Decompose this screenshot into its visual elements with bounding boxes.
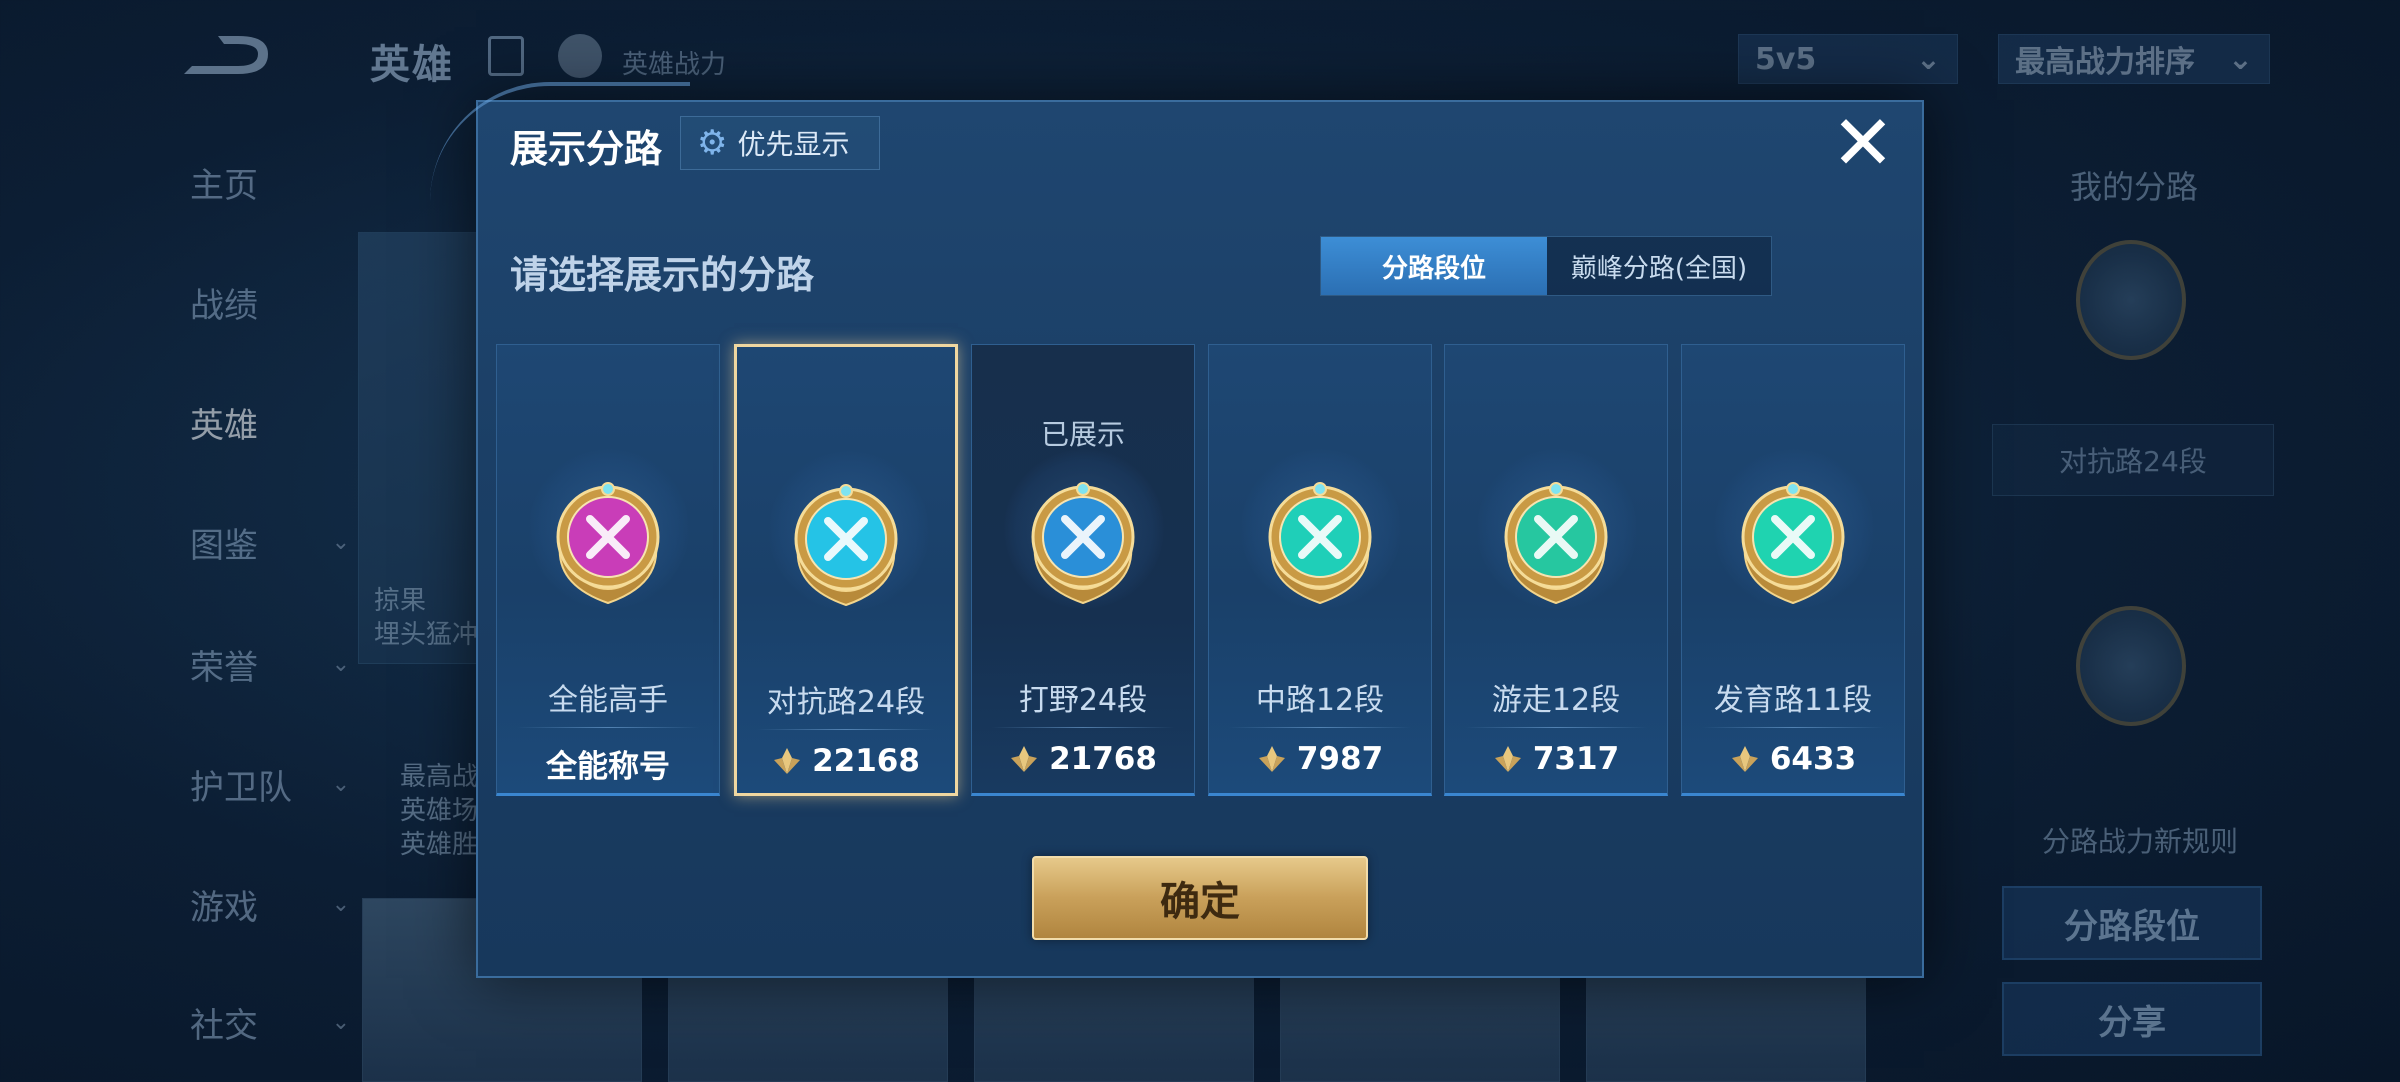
lane-power: 22168 (737, 743, 955, 779)
power-icon (1731, 746, 1758, 772)
lane-card-clash[interactable]: 对抗路24段 22168 (734, 344, 958, 796)
hero-card-line1: 掠果 (374, 586, 427, 616)
chevron-down-icon: ⌄ (331, 1010, 350, 1035)
hero-power-label[interactable]: 英雄战力 (622, 44, 726, 81)
lane-badge-icon (2076, 240, 2186, 360)
lane-power-value: 21768 (1049, 741, 1157, 777)
sidebar-item-label: 荣誉 (190, 648, 258, 688)
list-icon[interactable] (488, 36, 524, 76)
lane-card-mid[interactable]: 中路12段 7987 (1208, 344, 1432, 796)
priority-display-button[interactable]: ⚙ 优先显示 (680, 116, 880, 170)
lane-name: 打野24段 (1018, 683, 1148, 718)
dialog-title: 展示分路 (510, 127, 663, 171)
lane-tab-switcher: 分路段位 巅峰分路(全国) (1320, 236, 1772, 296)
lane-card-jungle[interactable]: 已展示打野24段 21768 (971, 344, 1195, 796)
sidebar-item-label: 图鉴 (190, 526, 258, 566)
chevron-down-icon: ⌄ (331, 530, 350, 555)
lane-power: 6433 (1682, 741, 1904, 777)
sidebar-item-label: 社交 (190, 1006, 258, 1046)
lane-card-roam[interactable]: 游走12段 7317 (1444, 344, 1668, 796)
lane-power-value: 7987 (1296, 741, 1384, 777)
lane-power-value: 22168 (812, 743, 920, 779)
chevron-down-icon: ⌄ (1915, 41, 1941, 77)
power-icon (1011, 746, 1038, 772)
clash-lane-badge-icon (794, 484, 898, 607)
gear-icon: ⚙ (697, 123, 728, 163)
close-icon: ✕ (1831, 98, 1895, 187)
hero-stat-2: 英雄场 (400, 796, 479, 826)
hero-card-line2: 埋头猛冲 (374, 620, 479, 650)
divider (1465, 727, 1647, 728)
sidebar-item[interactable]: 图鉴 ⌄ (150, 518, 350, 567)
chevron-down-icon: ⌄ (331, 772, 350, 797)
mid-lane-badge-icon (1268, 482, 1372, 605)
lane-card-farm[interactable]: 发育路11段 6433 (1681, 344, 1905, 796)
lane-power-value: 全能称号 (546, 749, 670, 785)
power-icon (1494, 746, 1521, 772)
sidebar-item[interactable]: 护卫队 ⌄ (150, 760, 350, 809)
sidebar-item[interactable]: 游戏 ⌄ (150, 880, 350, 929)
close-button[interactable]: ✕ (1830, 105, 1896, 181)
sidebar-item[interactable]: 战绩 (150, 278, 350, 327)
sort-select[interactable]: 最高战力排序 ⌄ (1998, 34, 2270, 84)
power-icon (1258, 746, 1285, 772)
share-button[interactable]: 分享 (2002, 982, 2262, 1056)
lane-rule-link[interactable]: 分路战力新规则 (2010, 820, 2270, 860)
lane-name: 中路12段 (1255, 683, 1385, 718)
divider (1229, 727, 1411, 728)
divider (517, 727, 699, 728)
roam-lane-badge-icon (1504, 482, 1608, 605)
priority-display-label: 优先显示 (737, 128, 850, 161)
lane-power-value: 6433 (1769, 741, 1857, 777)
sidebar-item-label: 主页 (190, 166, 258, 206)
lane-power-value: 7317 (1532, 741, 1620, 777)
my-lane-label: 对抗路24段 (1992, 424, 2274, 496)
lane-card-allround[interactable]: 全能高手 全能称号 (496, 344, 720, 796)
mode-select-value: 5v5 (1755, 41, 1817, 77)
chevron-down-icon: ⌄ (331, 892, 350, 917)
tab-lane-rank[interactable]: 分路段位 (1321, 237, 1547, 295)
sidebar-item-label: 游戏 (190, 888, 258, 928)
lane-rank-button[interactable]: 分路段位 (2002, 886, 2262, 960)
divider (757, 729, 935, 730)
lane-name: 游走12段 (1491, 683, 1621, 718)
lane-name: 全能高手 (548, 683, 668, 718)
tab-peak-lane[interactable]: 巅峰分路(全国) (1547, 237, 1771, 295)
sidebar-item-label: 英雄 (190, 406, 258, 446)
power-icon (774, 748, 801, 774)
allround-lane-badge-icon (556, 482, 660, 605)
lane-badge-icon (2076, 606, 2186, 726)
lane-name: 对抗路24段 (766, 685, 926, 720)
chevron-down-icon: ⌄ (2227, 41, 2253, 77)
sidebar-item[interactable]: 社交 ⌄ (150, 998, 350, 1047)
sort-select-value: 最高战力排序 (2015, 45, 2195, 80)
divider (1702, 727, 1884, 728)
farm-lane-badge-icon (1741, 482, 1845, 605)
hero-stat-3: 英雄胜 (400, 830, 479, 860)
lane-power: 7987 (1209, 741, 1431, 777)
hero-power-icon (558, 34, 602, 78)
sidebar-item[interactable]: 英雄 (150, 398, 350, 447)
hero-stat-1: 最高战 (400, 762, 479, 792)
confirm-button[interactable]: 确定 (1032, 856, 1368, 940)
mode-select[interactable]: 5v5 ⌄ (1738, 34, 1958, 84)
jungle-lane-badge-icon (1031, 482, 1135, 605)
app-logo-icon (184, 36, 268, 74)
lane-power: 全能称号 (497, 741, 719, 786)
page-title: 英雄 (370, 42, 454, 88)
my-lane-title: 我的分路 (2070, 168, 2199, 206)
lane-name: 发育路11段 (1713, 683, 1873, 718)
lane-power: 21768 (972, 741, 1194, 777)
sidebar-item[interactable]: 主页 (150, 158, 350, 207)
sidebar-item-label: 护卫队 (190, 768, 292, 808)
sidebar-item-label: 战绩 (190, 286, 258, 326)
dialog-subtitle: 请选择展示的分路 (510, 253, 815, 297)
displayed-status: 已展示 (1040, 418, 1125, 451)
sidebar-item[interactable]: 荣誉 ⌄ (150, 640, 350, 689)
chevron-down-icon: ⌄ (331, 652, 350, 677)
divider (992, 727, 1174, 728)
lane-power: 7317 (1445, 741, 1667, 777)
